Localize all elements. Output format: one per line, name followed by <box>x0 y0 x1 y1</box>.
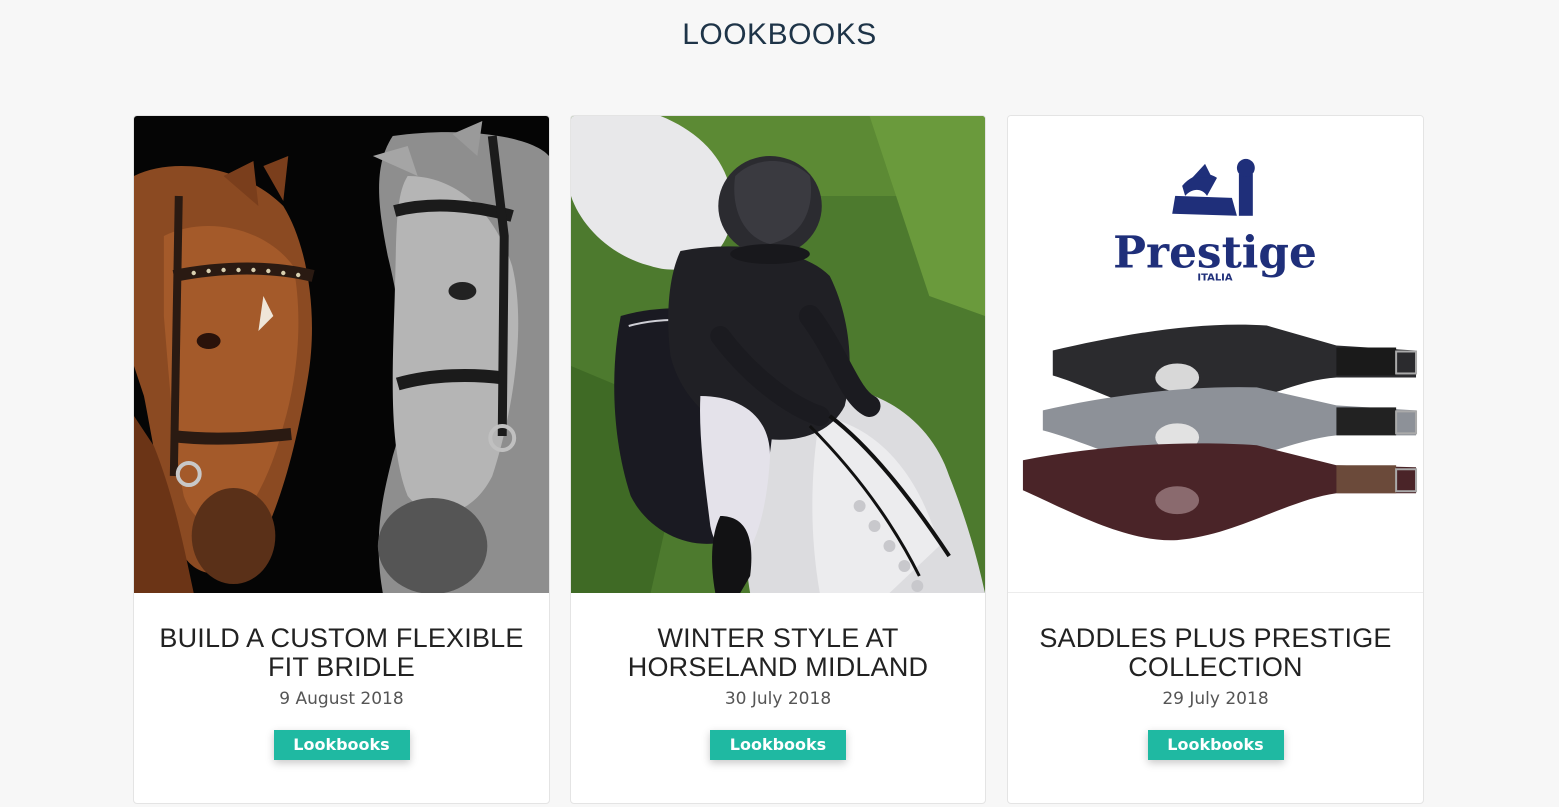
card-body: WINTER STYLE AT HORSELAND MIDLAND 30 Jul… <box>571 593 985 803</box>
svg-text:ITALIA: ITALIA <box>1197 273 1232 284</box>
lookbook-cards: BUILD A CUSTOM FLEXIBLE FIT BRIDLE 9 Aug… <box>133 115 1425 804</box>
lookbook-card: WINTER STYLE AT HORSELAND MIDLAND 30 Jul… <box>570 115 986 804</box>
card-title[interactable]: BUILD A CUSTOM FLEXIBLE FIT BRIDLE <box>148 624 535 682</box>
card-body: BUILD A CUSTOM FLEXIBLE FIT BRIDLE 9 Aug… <box>134 593 549 803</box>
card-body: SADDLES PLUS PRESTIGE COLLECTION 29 July… <box>1008 593 1423 803</box>
rider-grey-horse-photo <box>571 116 985 593</box>
lookbooks-button[interactable]: Lookbooks <box>710 730 846 760</box>
card-image-horses[interactable] <box>134 116 549 593</box>
lookbook-card: BUILD A CUSTOM FLEXIBLE FIT BRIDLE 9 Aug… <box>133 115 550 804</box>
card-date: 9 August 2018 <box>279 689 404 709</box>
section-title: LOOKBOOKS <box>682 18 877 51</box>
card-image-prestige[interactable]: Prestige ITALIA <box>1008 116 1423 593</box>
card-title[interactable]: WINTER STYLE AT HORSELAND MIDLAND <box>585 624 971 682</box>
prestige-girths-photo: Prestige ITALIA <box>1008 116 1423 592</box>
lookbooks-button[interactable]: Lookbooks <box>273 730 410 760</box>
lookbooks-button[interactable]: Lookbooks <box>1147 730 1284 760</box>
svg-text:Prestige: Prestige <box>1113 228 1317 279</box>
card-image-rider[interactable] <box>571 116 985 593</box>
card-date: 30 July 2018 <box>724 689 832 709</box>
lookbook-card: Prestige ITALIA SADDLES PLUS PRESTIGE CO… <box>1007 115 1424 804</box>
horses-bridle-photo <box>134 116 549 593</box>
card-date: 29 July 2018 <box>1162 689 1269 709</box>
card-title[interactable]: SADDLES PLUS PRESTIGE COLLECTION <box>1022 624 1409 682</box>
